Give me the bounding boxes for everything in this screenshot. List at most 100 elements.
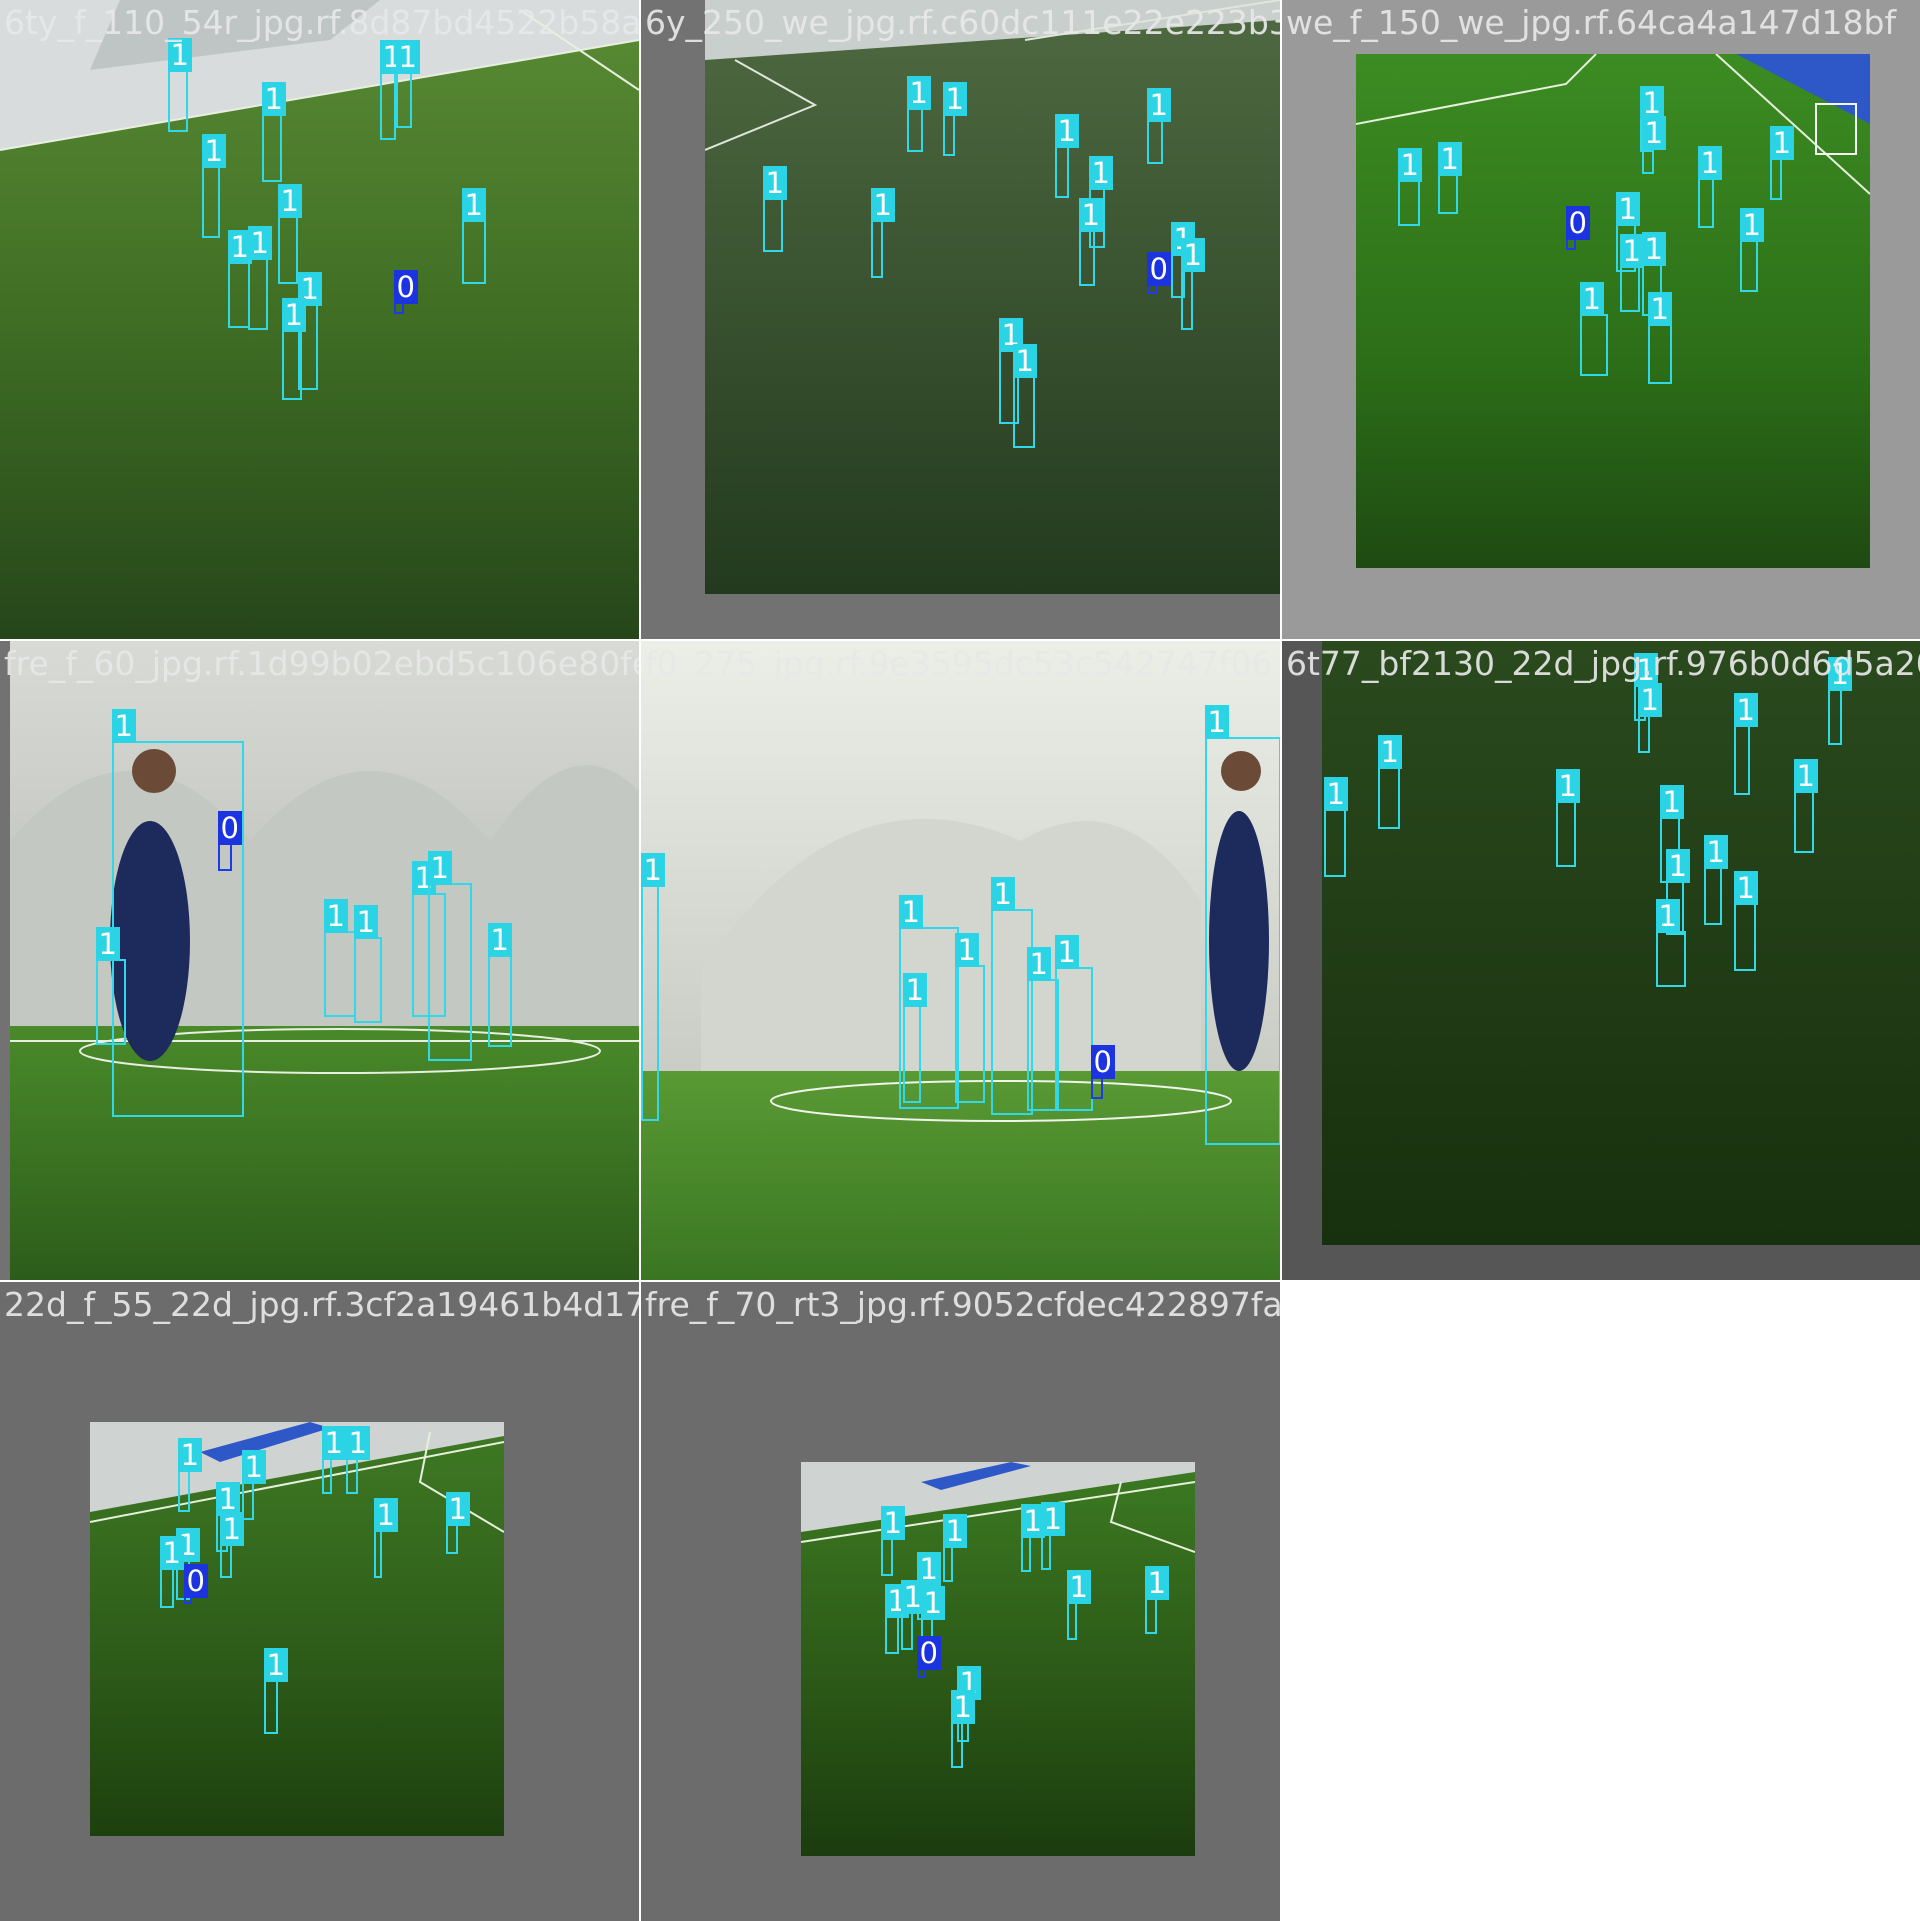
aerial-field-photo: [801, 1462, 1195, 1856]
detection-box: 1: [1655, 899, 1686, 987]
detection-box: 1: [219, 1512, 244, 1578]
tile-5: f0_275_jpg.rf.9e3595dc53c542747f06 1 1 1…: [641, 641, 1280, 1280]
detection-box-class-0: 0: [1146, 252, 1171, 294]
detection-box: 1: [379, 40, 404, 140]
tile-7-image: [90, 1422, 504, 1836]
tile-5-filename: f0_275_jpg.rf.9e3595dc53c542747f06: [645, 644, 1273, 683]
detection-box: 1: [1437, 142, 1462, 214]
detection-box-class-0: 0: [1565, 206, 1590, 250]
detection-box: 1: [321, 1426, 346, 1494]
tile-6: 6t77_bf2130_22d_jpg.rf.976b0d6d5a207 1 1…: [1282, 641, 1920, 1280]
detection-box: 1: [1555, 769, 1580, 867]
tile-4: fre_f_60_jpg.rf.1d99b02ebd5c106e80fe22 1…: [0, 641, 639, 1280]
detection-box: 1: [1739, 208, 1764, 292]
detection-box: 1: [277, 184, 302, 284]
tile-1-image: [0, 0, 639, 639]
detection-box: 1: [201, 134, 226, 238]
detection-box: 1: [1697, 146, 1722, 228]
detection-box: 1: [95, 927, 126, 1045]
detection-box: 1: [1377, 735, 1402, 829]
detection-box: 1: [1323, 777, 1348, 877]
detection-box: 1: [1144, 1566, 1169, 1634]
detection-box: 1: [880, 1506, 905, 1576]
detection-box: 1: [247, 226, 272, 330]
detection-box: 1: [870, 188, 895, 278]
detection-box: 1: [167, 38, 192, 132]
detection-box: 1: [902, 973, 927, 1103]
detection-box: 1: [1769, 126, 1794, 200]
tile-2-image: [705, 0, 1280, 594]
detection-box: 1: [906, 76, 931, 152]
tile-8-image: [801, 1462, 1195, 1856]
detection-box: 1: [942, 82, 967, 156]
detection-box: 1: [1637, 683, 1662, 753]
detection-box: 1: [1579, 282, 1608, 376]
detection-box: 1: [1180, 238, 1205, 330]
detection-box-class-0: 0: [916, 1636, 941, 1678]
detection-box: 1: [345, 1426, 370, 1494]
detection-box: 1: [1040, 1502, 1065, 1570]
grid-divider: [639, 0, 641, 1920]
detection-box: 1: [1793, 759, 1818, 853]
tile-8-filename: fre_f_70_rt3_jpg.rf.9052cfdec422897fa82e: [645, 1285, 1280, 1324]
detection-box: 1: [1641, 116, 1666, 174]
detection-box: 1: [177, 1438, 202, 1512]
detection-box: 1: [1619, 234, 1644, 312]
detection-box: 1: [427, 851, 472, 1061]
detection-box: 1: [373, 1498, 398, 1578]
aerial-field-photo: [0, 0, 639, 639]
tile-3-filename: we_f_150_we_jpg.rf.64ca4a147d18bf: [1286, 3, 1897, 42]
tile-3: we_f_150_we_jpg.rf.64ca4a147d18bf 1 1 1 …: [1282, 0, 1920, 639]
detection-box-class-0: 0: [183, 1564, 208, 1604]
detection-box: 1: [353, 905, 382, 1023]
detection-box: 1: [1146, 88, 1171, 164]
detection-box: 1: [900, 1580, 925, 1650]
detection-box: 1: [281, 298, 306, 400]
detection-box: 1: [942, 1514, 967, 1582]
detection-box: 1: [395, 40, 420, 128]
grid-divider: [1280, 0, 1282, 1920]
detection-box: 1: [641, 853, 665, 1121]
detection-box: 1: [1703, 835, 1728, 925]
tile-2: 6y_250_we_jpg.rf.c60dc111e22e223b3c193 1…: [641, 0, 1280, 639]
detection-box: 1: [1054, 114, 1079, 198]
detection-box: 1: [227, 230, 252, 328]
detection-box: 1: [1066, 1570, 1091, 1640]
detection-box: 1: [1078, 198, 1103, 286]
detection-box: 1: [111, 709, 244, 1117]
tile-2-filename: 6y_250_we_jpg.rf.c60dc111e22e223b3c193: [645, 3, 1280, 42]
tile-4-filename: fre_f_60_jpg.rf.1d99b02ebd5c106e80fe22: [4, 644, 639, 683]
detection-box: 1: [954, 933, 985, 1103]
grid-divider: [0, 639, 1920, 641]
detection-box: 1: [1020, 1504, 1045, 1572]
detection-mosaic: 6ty_f_110_54r_jpg.rf.8d87bd4522b58a4632 …: [0, 0, 1920, 1921]
detection-box: 1: [487, 923, 512, 1047]
tile-1: 6ty_f_110_54r_jpg.rf.8d87bd4522b58a4632 …: [0, 0, 639, 639]
detection-box: 1: [1397, 148, 1422, 226]
detection-box: 1: [950, 1690, 975, 1768]
aerial-field-photo: [705, 0, 1280, 594]
grid-divider: [0, 1280, 1920, 1282]
detection-box: 1: [762, 166, 787, 252]
detection-box: 1: [263, 1648, 288, 1734]
detection-box: 1: [159, 1536, 184, 1608]
detection-box: 1: [1733, 871, 1758, 971]
detection-box-class-0: 0: [217, 811, 242, 871]
tile-1-filename: 6ty_f_110_54r_jpg.rf.8d87bd4522b58a4632: [4, 3, 639, 42]
detection-box-class-0: 0: [393, 270, 418, 314]
detection-box: 1: [1012, 344, 1037, 448]
detection-box: 1: [1733, 693, 1758, 795]
detection-box: 1: [1647, 292, 1672, 384]
detection-box: 1: [261, 82, 286, 182]
tile-8: fre_f_70_rt3_jpg.rf.9052cfdec422897fa82e…: [641, 1282, 1280, 1921]
detection-box: 1: [461, 188, 486, 284]
detection-box: 1: [1204, 705, 1280, 1145]
tile-7-filename: 22d_f_55_22d_jpg.rf.3cf2a19461b4d176b: [4, 1285, 639, 1324]
detection-box: 1: [323, 899, 356, 1017]
detection-box: 1: [445, 1492, 470, 1554]
aerial-field-photo: [90, 1422, 504, 1836]
detection-box: 1: [1054, 935, 1093, 1111]
tile-6-filename: 6t77_bf2130_22d_jpg.rf.976b0d6d5a207: [1286, 644, 1920, 683]
detection-box: 1: [1827, 657, 1852, 745]
tile-7: 22d_f_55_22d_jpg.rf.3cf2a19461b4d176b 1 …: [0, 1282, 639, 1921]
